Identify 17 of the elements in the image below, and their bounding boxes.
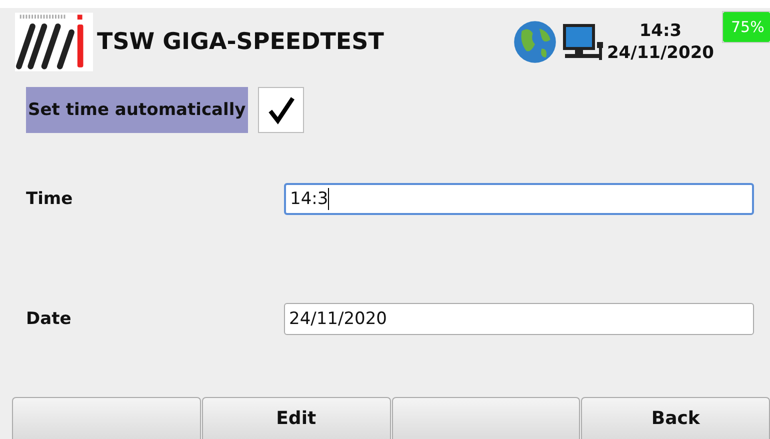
softkey-button[interactable]: Back	[581, 397, 770, 439]
input-field[interactable]: 14:3	[284, 183, 754, 215]
clock-date: 24/11/2020	[606, 42, 714, 64]
battery-label: 75%	[730, 18, 764, 36]
field-label: Date	[26, 309, 72, 329]
globe-icon	[512, 20, 557, 64]
app-title: TSW GIGA-SPEEDTEST	[97, 29, 384, 55]
clock-time: 14:3	[639, 20, 682, 42]
logo-icon	[15, 12, 93, 72]
softkey-button[interactable]	[392, 397, 580, 439]
setting-label: Set time automatically	[26, 87, 248, 133]
computer-icon	[560, 22, 605, 62]
field-label: Time	[26, 189, 74, 209]
softkey-button[interactable]: Edit	[202, 397, 390, 439]
softkey-button[interactable]	[12, 397, 201, 439]
input-field[interactable]: 24/11/2020	[284, 303, 754, 335]
checkbox[interactable]	[258, 87, 304, 133]
